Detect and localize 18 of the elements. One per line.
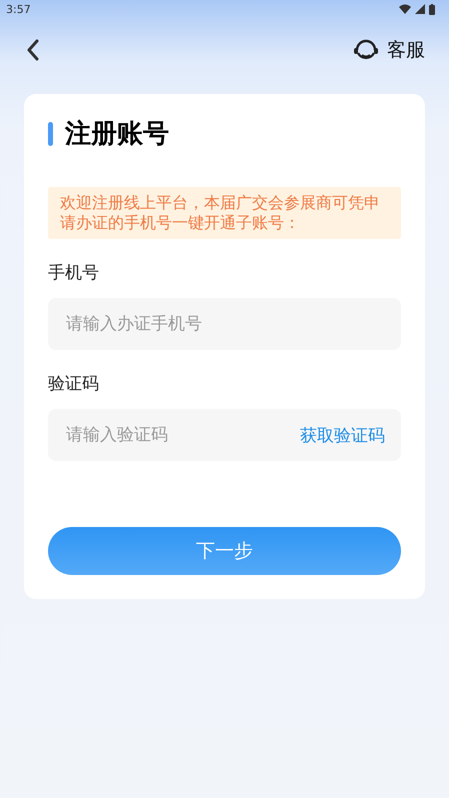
back-button[interactable] [26,39,40,61]
field-label: 手机号 [48,262,100,284]
battery-icon [429,4,435,14]
code-input-field[interactable]: 请输入验证码 [64,424,300,446]
status-time: 3:57 [6,2,31,16]
code-field[interactable]: 请输入验证码 获取验证码 [48,409,401,461]
phone-field[interactable]: 请输入办证手机号 [48,298,401,350]
title-accent-bar [48,122,53,146]
get-code-link[interactable]: 获取验证码 [300,424,385,446]
customer-service-button[interactable]: 客服 [353,37,425,63]
phone-input-field[interactable]: 请输入办证手机号 [64,313,385,335]
wifi-icon [399,4,411,14]
next-button[interactable]: 下一步 [48,527,401,575]
headset-icon [353,38,379,62]
signal-icon [415,4,425,14]
notice-text: 欢迎注册线上平台，本届广交会参展商可凭申请办证的手机号一键开通子账号： [48,187,401,239]
page-title: 注册账号 [65,118,169,151]
field-label: 验证码 [48,373,100,395]
